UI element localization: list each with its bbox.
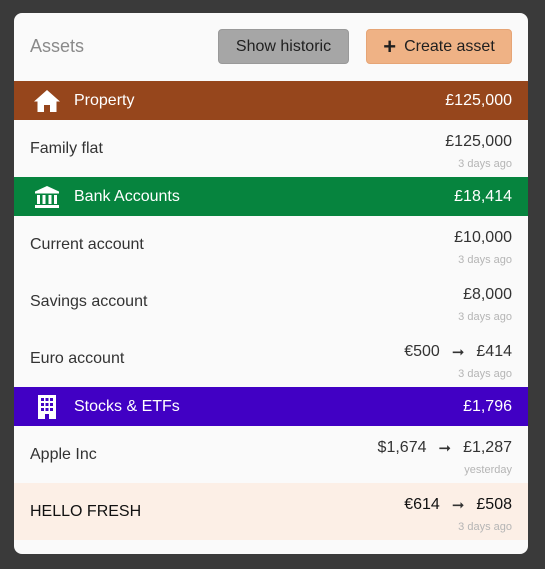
asset-value: £414: [476, 343, 512, 360]
asset-updated-time: yesterday: [464, 464, 512, 476]
asset-value-wrap: €500 ➞ £414: [404, 343, 512, 361]
plus-icon: +: [383, 33, 397, 59]
asset-name: Family flat: [30, 140, 103, 157]
asset-row[interactable]: Savings account £8,000 3 days ago: [14, 273, 528, 330]
assets-header: Assets Show historic + Create asset: [14, 13, 528, 81]
asset-name: Current account: [30, 236, 144, 253]
asset-updated-time: 3 days ago: [458, 368, 512, 380]
asset-updated-time: 3 days ago: [458, 158, 512, 170]
asset-value-wrap: $1,674 ➞ £1,287: [378, 439, 512, 457]
asset-name: HELLO FRESH: [30, 503, 142, 520]
asset-value: £10,000: [454, 229, 512, 246]
group-name: Bank Accounts: [74, 187, 180, 205]
bank-icon: [33, 183, 61, 211]
asset-name: Euro account: [30, 350, 125, 367]
asset-value-wrap: £125,000: [445, 133, 512, 151]
group-total: £18,414: [454, 188, 512, 205]
asset-value-wrap: €614 ➞ £508: [404, 496, 512, 514]
asset-name: Savings account: [30, 293, 148, 310]
asset-value: £1,287: [463, 439, 512, 456]
asset-name: Apple Inc: [30, 446, 97, 463]
asset-row[interactable]: Euro account €500 ➞ £414 3 days ago: [14, 330, 528, 387]
arrow-right-icon: ➞: [451, 344, 465, 361]
group-header-stocks-etfs[interactable]: Stocks & ETFs £1,796: [14, 387, 528, 426]
asset-row[interactable]: Apple Inc $1,674 ➞ £1,287 yesterday: [14, 426, 528, 483]
group-total: £125,000: [445, 92, 512, 109]
assets-card: Assets Show historic + Create asset Prop…: [14, 13, 528, 554]
asset-updated-time: 3 days ago: [458, 311, 512, 323]
arrow-right-icon: ➞: [438, 440, 452, 457]
show-historic-button[interactable]: Show historic: [218, 29, 349, 64]
asset-original-value: $1,674: [377, 439, 427, 456]
group-total: £1,796: [463, 398, 512, 415]
group-header-property[interactable]: Property £125,000: [14, 81, 528, 120]
create-asset-button[interactable]: + Create asset: [366, 29, 512, 64]
group-header-bank-accounts[interactable]: Bank Accounts £18,414: [14, 177, 528, 216]
page-title: Assets: [30, 36, 85, 56]
asset-value: £8,000: [463, 286, 512, 303]
asset-row[interactable]: Current account £10,000 3 days ago: [14, 216, 528, 273]
asset-updated-time: 3 days ago: [458, 254, 512, 266]
office-building-icon: [33, 393, 61, 421]
asset-updated-time: 3 days ago: [458, 521, 512, 533]
asset-value-wrap: £10,000: [454, 229, 512, 247]
show-historic-label: Show historic: [235, 37, 332, 55]
group-name: Stocks & ETFs: [74, 397, 180, 415]
asset-value: £125,000: [445, 133, 512, 150]
asset-value-wrap: £8,000: [463, 286, 512, 304]
create-asset-label: Create asset: [404, 37, 495, 55]
asset-row[interactable]: HELLO FRESH €614 ➞ £508 3 days ago: [14, 483, 528, 540]
asset-original-value: €500: [404, 343, 440, 360]
asset-original-value: €614: [404, 496, 440, 513]
arrow-right-icon: ➞: [451, 497, 465, 514]
group-name: Property: [74, 91, 135, 109]
asset-row[interactable]: Family flat £125,000 3 days ago: [14, 120, 528, 177]
asset-value: £508: [476, 496, 512, 513]
house-icon: [33, 87, 61, 115]
